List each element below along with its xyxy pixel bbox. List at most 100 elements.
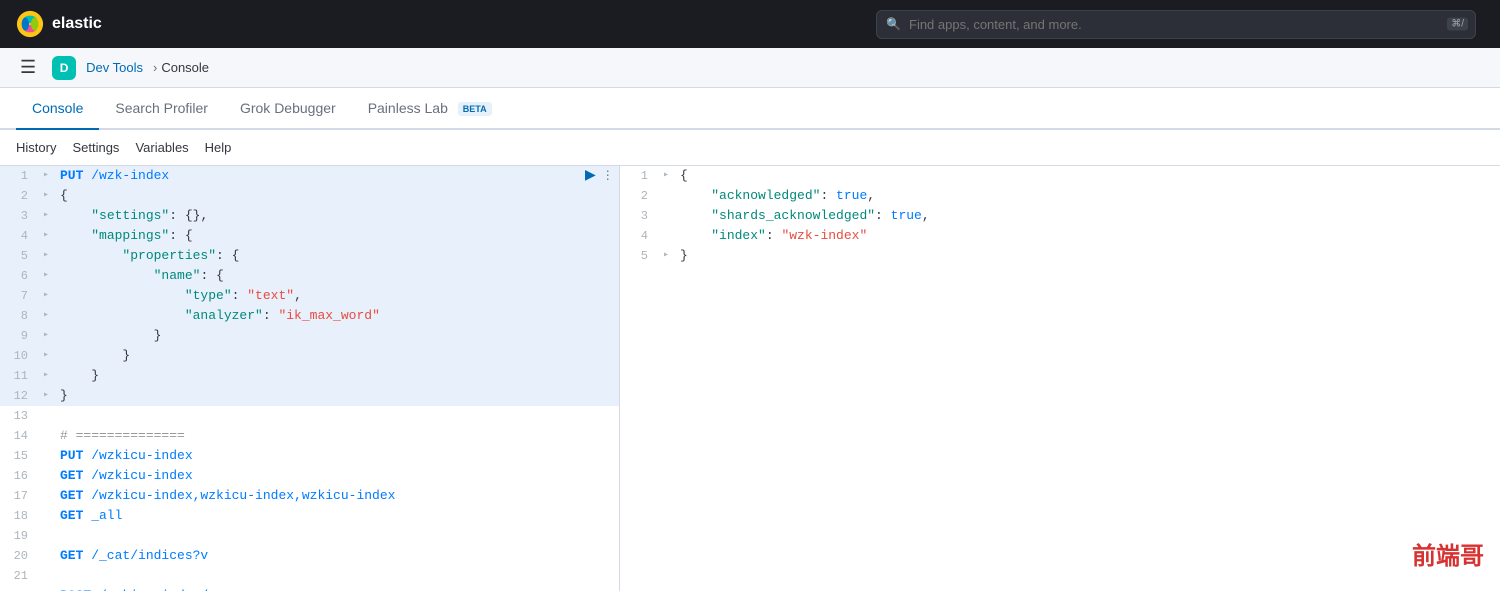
tabs-bar: Console Search Profiler Grok Debugger Pa…	[0, 88, 1500, 130]
line-number: 7	[0, 286, 36, 306]
elastic-logo[interactable]: elastic	[16, 10, 102, 38]
toolbar-settings[interactable]: Settings	[72, 136, 119, 159]
table-row: 17GET /wzkicu-index,wzkicu-index,wzkicu-…	[0, 486, 619, 506]
line-number: 2	[0, 186, 36, 206]
line-gutter: ▸	[656, 246, 676, 266]
line-number: 17	[0, 486, 36, 506]
breadcrumb-app-link[interactable]: Dev Tools	[80, 58, 149, 77]
table-row: 7▸ "type": "text",	[0, 286, 619, 306]
line-number: 1	[620, 166, 656, 186]
line-content: "mappings": {	[56, 226, 619, 246]
line-gutter: ▸	[36, 186, 56, 206]
more-options-button[interactable]: ⋮	[600, 168, 616, 182]
line-number: 1	[0, 166, 36, 186]
table-row: 5▸ "properties": {	[0, 246, 619, 266]
line-content: "properties": {	[56, 246, 619, 266]
table-row: 16 GET /wzkicu-index	[0, 466, 619, 486]
table-row: 18 GET _all	[0, 506, 619, 526]
table-row: 6▸ "name": {	[0, 266, 619, 286]
left-editor-pane[interactable]: 1▸PUT /wzk-index▶⋮2▸{3▸ "settings": {},4…	[0, 166, 620, 591]
line-gutter: ▸	[656, 166, 676, 186]
keyboard-shortcut: ⌘/	[1447, 18, 1468, 31]
line-number: 15	[0, 446, 36, 466]
breadcrumb-separator: ›	[153, 60, 157, 75]
table-row: 2▸{	[0, 186, 619, 206]
line-number: 14	[0, 426, 36, 446]
table-row: 9▸ }	[0, 326, 619, 346]
line-number: 13	[0, 406, 36, 426]
line-number: 9	[0, 326, 36, 346]
line-gutter: ▸	[36, 366, 56, 386]
line-gutter: ▸	[36, 206, 56, 226]
line-content: }	[56, 326, 619, 346]
table-row: 13	[0, 406, 619, 426]
hamburger-menu-button[interactable]: ☰	[16, 53, 40, 82]
elastic-logo-text: elastic	[52, 15, 102, 33]
line-number: 19	[0, 526, 36, 546]
table-row: 1▸PUT /wzk-index▶⋮	[0, 166, 619, 186]
table-row: 1▸{	[620, 166, 1500, 186]
line-content: "type": "text",	[56, 286, 619, 306]
table-row: 11▸ }	[0, 366, 619, 386]
line-number: 5	[0, 246, 36, 266]
line-number: 16	[0, 466, 36, 486]
breadcrumb-current-page: Console	[161, 60, 209, 75]
editor-container: 1▸PUT /wzk-index▶⋮2▸{3▸ "settings": {},4…	[0, 166, 1500, 591]
line-number: 18	[0, 506, 36, 526]
line-number: 8	[0, 306, 36, 326]
line-content: PUT /wzkicu-index	[56, 446, 619, 466]
table-row: 10▸ }	[0, 346, 619, 366]
breadcrumb-bar: ☰ D Dev Tools › Console	[0, 48, 1500, 88]
line-number: 5	[620, 246, 656, 266]
run-button[interactable]: ▶	[583, 166, 598, 183]
app-icon: D	[52, 56, 76, 80]
line-gutter: ▸	[36, 386, 56, 406]
line-number: 4	[620, 226, 656, 246]
line-content: PUT /wzk-index	[56, 166, 583, 186]
line-number: 11	[0, 366, 36, 386]
line-number: 3	[0, 206, 36, 226]
tab-painless-lab[interactable]: Painless Lab BETA	[352, 88, 508, 130]
table-row: 8▸ "analyzer": "ik_max_word"	[0, 306, 619, 326]
toolbar-history[interactable]: History	[16, 136, 56, 159]
line-number: 12	[0, 386, 36, 406]
toolbar-help[interactable]: Help	[205, 136, 232, 159]
line-gutter: ▸	[36, 266, 56, 286]
right-output-pane: 1▸{2 "acknowledged": true,3 "shards_ackn…	[620, 166, 1500, 591]
line-gutter: ▸	[36, 226, 56, 246]
line-gutter: ▸	[36, 286, 56, 306]
line-content: {	[676, 166, 1500, 186]
top-navigation: elastic 🔍 ⌘/	[0, 0, 1500, 48]
table-row: 3▸ "settings": {},	[0, 206, 619, 226]
table-row: 5▸}	[620, 246, 1500, 266]
line-number: 20	[0, 546, 36, 566]
line-content: }	[56, 346, 619, 366]
table-row: 21	[0, 566, 619, 586]
line-content: "shards_acknowledged": true,	[676, 206, 1500, 226]
line-content: GET /wzkicu-index	[56, 466, 619, 486]
table-row: 4 "index": "wzk-index"	[620, 226, 1500, 246]
table-row: 20GET /_cat/indices?v	[0, 546, 619, 566]
line-gutter: ▸	[36, 246, 56, 266]
line-content: "settings": {},	[56, 206, 619, 226]
global-search-container: 🔍 ⌘/	[876, 10, 1476, 39]
global-search-input[interactable]	[876, 10, 1476, 39]
line-number: 2	[620, 186, 656, 206]
table-row: 19	[0, 526, 619, 546]
line-content: {	[56, 186, 619, 206]
table-row: 4▸ "mappings": {	[0, 226, 619, 246]
line-content: "acknowledged": true,	[676, 186, 1500, 206]
tab-grok-debugger[interactable]: Grok Debugger	[224, 88, 352, 130]
table-row: 15 PUT /wzkicu-index	[0, 446, 619, 466]
line-content: POST /wzkicu-index/_open	[56, 586, 619, 591]
table-row: 14# ==============	[0, 426, 619, 446]
table-row: 2 "acknowledged": true,	[620, 186, 1500, 206]
line-content: "analyzer": "ik_max_word"	[56, 306, 619, 326]
tab-search-profiler[interactable]: Search Profiler	[99, 88, 224, 130]
line-content: GET _all	[56, 506, 619, 526]
toolbar-variables[interactable]: Variables	[135, 136, 188, 159]
line-gutter: ▸	[36, 166, 56, 186]
tab-console[interactable]: Console	[16, 88, 99, 130]
line-number: 21	[0, 566, 36, 586]
line-number: 6	[0, 266, 36, 286]
